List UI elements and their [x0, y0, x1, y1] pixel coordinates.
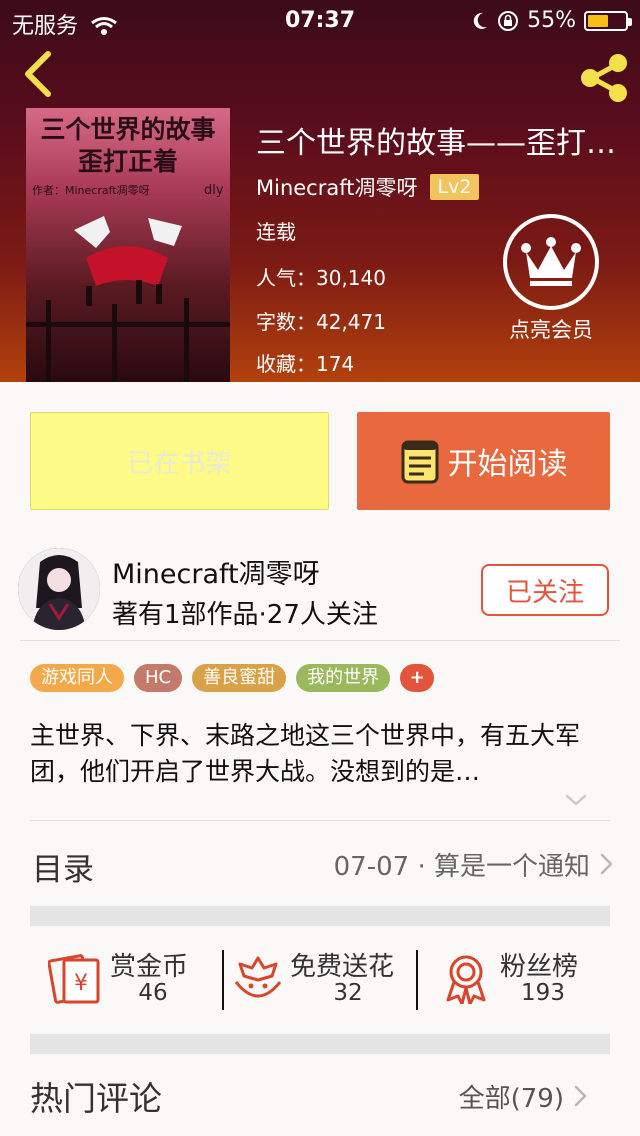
in-bookshelf-button[interactable]: 已在书架 — [30, 412, 329, 510]
tag-chip[interactable]: 善良蜜甜 — [192, 664, 287, 692]
favorites-label: 收藏： — [256, 352, 316, 376]
tag-chip[interactable]: 游戏同人 — [30, 664, 124, 692]
rotation-lock-icon — [498, 10, 519, 31]
level-badge: Lv2 — [429, 174, 480, 200]
popularity-value: 30,140 — [316, 266, 386, 290]
share-button[interactable] — [576, 50, 632, 106]
chevron-right-icon — [600, 853, 613, 875]
book-title: 三个世界的故事——歪打正着 — [256, 126, 636, 161]
cover-title-line2: 歪打正着 — [78, 147, 178, 176]
word-count-value: 42,471 — [316, 310, 386, 334]
book-icon — [401, 440, 438, 484]
chevron-down-icon — [565, 794, 587, 806]
stat-fan-ranking[interactable]: 粉丝榜 193 — [438, 942, 608, 1012]
add-tag-button[interactable]: + — [400, 664, 435, 692]
share-icon — [581, 54, 627, 102]
medal-icon — [446, 955, 486, 1004]
stat-divider — [416, 950, 418, 1010]
chevron-right-icon — [574, 1085, 587, 1107]
tag-chip[interactable]: 我的世界 — [296, 664, 391, 692]
section-separator — [30, 906, 610, 926]
synopsis[interactable]: 主世界、下界、末路之地这三个世界中，有五大军团，他们开启了世界大战。没想到的是… — [30, 718, 612, 790]
stat-label: 赏金币 — [110, 952, 189, 982]
serial-status: 连载 — [256, 220, 296, 244]
cover-corner-mark: dly — [204, 183, 224, 198]
moon-icon — [473, 12, 488, 29]
following-button[interactable]: 已关注 — [481, 564, 609, 616]
stats-row: ¥ 赏金币 46 免费送花 32 粉丝榜 193 — [30, 942, 610, 1012]
section-separator — [30, 1034, 610, 1054]
status-bar: 无服务 07:37 55% — [0, 0, 640, 40]
divider — [30, 820, 610, 821]
red-envelope-icon: ¥ — [48, 954, 100, 1004]
stat-divider — [222, 950, 224, 1010]
stat-free-flowers[interactable]: 免费送花 32 — [230, 942, 420, 1012]
tag-chip[interactable]: HC — [134, 664, 183, 692]
author-card-meta: 著有1部作品·27人关注 — [112, 600, 378, 630]
author-card-name[interactable]: Minecraft凋零呀 — [112, 552, 320, 591]
word-count-label: 字数： — [256, 310, 316, 334]
popularity-label: 人气： — [256, 266, 316, 290]
toc-title: 目录 — [32, 852, 94, 888]
svg-text:¥: ¥ — [74, 971, 88, 996]
favorites-value: 174 — [316, 352, 355, 376]
expand-synopsis-button[interactable] — [564, 792, 588, 808]
battery-icon — [584, 10, 632, 31]
divider — [20, 640, 620, 641]
stat-value: 46 — [138, 980, 168, 1006]
cover-byline: 作者：Minecraft凋零呀 — [32, 184, 150, 197]
author-avatar[interactable] — [18, 548, 100, 630]
book-cover[interactable]: 三个世界的故事 歪打正着 作者：Minecraft凋零呀 dly — [26, 108, 230, 382]
vip-badge — [503, 214, 599, 310]
stat-value: 193 — [521, 980, 565, 1006]
stat-label: 免费送花 — [290, 952, 395, 982]
flower-icon — [234, 956, 282, 998]
word-count-stat: 字数：42,471 — [256, 306, 386, 335]
favorites-stat: 收藏：174 — [256, 348, 354, 377]
author-row: Minecraft凋零呀 Lv2 — [256, 172, 480, 202]
author-card: Minecraft凋零呀 著有1部作品·27人关注 已关注 — [0, 548, 640, 640]
hot-reviews-title: 热门评论 — [30, 1079, 162, 1118]
cover-artwork: 三个世界的故事 歪打正着 作者：Minecraft凋零呀 dly — [26, 108, 230, 382]
battery-level — [588, 14, 608, 27]
start-reading-button[interactable]: 开始阅读 — [357, 412, 610, 510]
book-header: 无服务 07:37 55% 三个世界的故事 歪打正着 作者：Minecraft凋… — [0, 0, 640, 382]
crown-icon — [521, 237, 581, 286]
stat-value: 32 — [333, 980, 363, 1006]
stat-label: 粉丝榜 — [500, 952, 579, 982]
cover-title-line1: 三个世界的故事 — [40, 115, 215, 144]
toc-latest-chapter: 07-07 · 算是一个通知 — [333, 852, 590, 882]
popularity-stat: 人气：30,140 — [256, 262, 386, 291]
all-reviews-link[interactable]: 全部(79) — [459, 1078, 564, 1115]
hot-reviews-row[interactable]: 热门评论 全部(79) — [0, 1062, 640, 1136]
avatar-image — [18, 548, 100, 630]
start-reading-label: 开始阅读 — [447, 447, 568, 482]
vip-button[interactable]: 点亮会员 — [496, 214, 606, 344]
back-chevron-icon — [25, 51, 51, 97]
vip-label: 点亮会员 — [509, 318, 593, 342]
tag-list: 游戏同人 HC 善良蜜甜 我的世界 + — [30, 664, 435, 692]
table-of-contents-row[interactable]: 目录 07-07 · 算是一个通知 — [0, 822, 640, 906]
battery-percent: 55% — [527, 8, 576, 33]
book-detail-body: 已在书架 开始阅读 Minecraft凋零呀 著有1部作品·27人关注 已关注 … — [0, 382, 640, 1136]
stat-reward-coins[interactable]: ¥ 赏金币 46 — [48, 942, 218, 1012]
status-indicators: 55% — [471, 8, 632, 33]
back-button[interactable] — [18, 48, 62, 100]
author-name[interactable]: Minecraft凋零呀 — [256, 172, 418, 202]
